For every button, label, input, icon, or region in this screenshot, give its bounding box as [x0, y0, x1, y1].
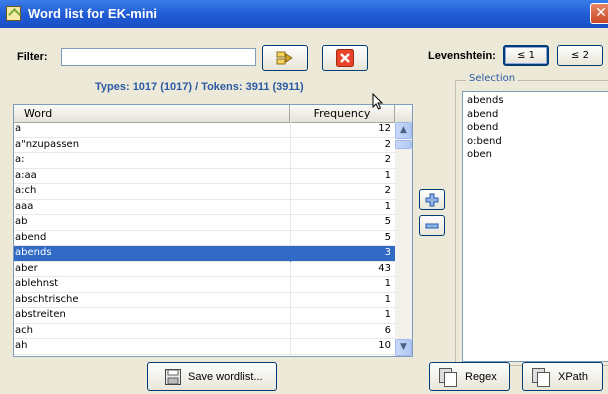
word-cell: ach	[15, 324, 33, 336]
frequency-cell: 1	[384, 169, 391, 181]
table-row[interactable]: a: 2	[14, 153, 395, 169]
table-row[interactable]: a:aa 1	[14, 168, 395, 184]
add-to-selection-button[interactable]	[419, 189, 445, 210]
list-item[interactable]: abends	[467, 94, 608, 108]
frequency-cell: 43	[378, 262, 391, 274]
word-cell: a	[15, 123, 22, 134]
app-icon	[6, 6, 21, 21]
levenshtein-option-1-button[interactable]: ≤ 1	[503, 45, 549, 66]
clear-filter-button[interactable]	[322, 45, 368, 71]
frequency-cell: 1	[384, 309, 391, 320]
word-cell: abstreiten	[15, 309, 66, 320]
frequency-cell: 12	[378, 123, 391, 134]
frequency-cell: 3	[384, 247, 391, 258]
table-row[interactable]: abschtrische 1	[14, 292, 395, 308]
frequency-cell: 10	[378, 340, 391, 351]
clear-x-icon	[336, 49, 354, 67]
table-row[interactable]: abend 5	[14, 230, 395, 246]
table-row[interactable]: a 12	[14, 122, 395, 138]
scroll-down-arrow-icon[interactable]: ▼	[395, 339, 412, 356]
word-cell: abends	[15, 247, 52, 258]
remove-from-selection-button[interactable]	[419, 215, 445, 236]
filter-input[interactable]	[61, 48, 256, 66]
list-item[interactable]: o:bend	[467, 135, 608, 149]
regex-button[interactable]: Regex	[429, 362, 510, 391]
window-title: Word list for EK-mini	[28, 6, 158, 21]
list-item[interactable]: oben	[467, 148, 608, 162]
frequency-cell: 1	[384, 200, 391, 212]
regex-label: Regex	[465, 371, 497, 383]
frequency-cell: 1	[384, 293, 391, 305]
word-cell: abend	[15, 231, 47, 243]
minus-icon	[425, 223, 439, 229]
table-header: Word Frequency	[14, 105, 412, 123]
wordlist-table[interactable]: Word Frequency a 12 a"nzupassen 2 a: 2 a:aa…	[13, 104, 413, 357]
word-cell: aber	[15, 262, 38, 274]
apply-filter-button[interactable]	[262, 45, 308, 71]
word-cell: a:	[15, 154, 25, 165]
table-row[interactable]: abstreiten 1	[14, 308, 395, 324]
table-row[interactable]: ach 6	[14, 323, 395, 339]
frequency-cell: 2	[384, 185, 391, 196]
table-row[interactable]: aber 43	[14, 261, 395, 277]
list-item[interactable]: abend	[467, 108, 608, 122]
frequency-cell: 5	[384, 216, 391, 227]
word-cell: a:ch	[15, 185, 37, 196]
selection-title: Selection	[466, 73, 519, 84]
table-row-selected[interactable]: abends 3	[14, 246, 395, 262]
word-cell: a:aa	[15, 169, 37, 181]
mouse-cursor-icon	[372, 93, 384, 110]
levenshtein-option-1-label: ≤ 1	[517, 50, 535, 61]
filter-label: Filter:	[17, 51, 48, 63]
word-cell: a"nzupassen	[15, 138, 80, 150]
frequency-cell: 2	[384, 154, 391, 165]
frequency-cell: 5	[384, 231, 391, 243]
word-cell: aaa	[15, 200, 34, 212]
plus-icon	[425, 193, 439, 207]
table-rows: a 12 a"nzupassen 2 a: 2 a:aa 1 a:ch 2 aaa 1 ab…	[14, 122, 395, 355]
frequency-cell: 1	[384, 278, 391, 289]
table-row[interactable]: a:ch 2	[14, 184, 395, 200]
save-wordlist-button[interactable]: Save wordlist...	[147, 362, 277, 391]
list-item[interactable]: obend	[467, 121, 608, 135]
filter-arrows-icon	[276, 51, 293, 65]
scroll-up-arrow-icon[interactable]: ▲	[395, 122, 412, 139]
selection-list[interactable]: abends abend obend o:bend oben	[462, 91, 608, 362]
table-row[interactable]: aaa 1	[14, 199, 395, 215]
scrollbar-thumb[interactable]	[395, 140, 412, 149]
table-row[interactable]: ablehnst 1	[14, 277, 395, 293]
word-cell: ab	[15, 216, 28, 227]
xpath-button[interactable]: XPath	[522, 362, 603, 391]
close-window-button[interactable]: ✕	[590, 3, 608, 24]
table-row[interactable]: ah 10	[14, 339, 395, 355]
table-scrollbar[interactable]: ▲ ▼	[395, 122, 412, 356]
xpath-label: XPath	[558, 371, 588, 383]
types-tokens-stats: Types: 1017 (1017) / Tokens: 3911 (3911)	[95, 81, 304, 93]
floppy-disk-icon	[165, 369, 181, 385]
levenshtein-option-2-label: ≤ 2	[571, 50, 589, 61]
save-wordlist-label: Save wordlist...	[188, 371, 263, 383]
word-cell: abschtrische	[15, 293, 79, 305]
word-cell: ah	[15, 340, 28, 351]
frequency-cell: 2	[384, 138, 391, 150]
column-header-word[interactable]: Word	[14, 105, 290, 122]
table-row[interactable]: a"nzupassen 2	[14, 137, 395, 153]
levenshtein-label: Levenshtein:	[428, 50, 496, 62]
levenshtein-option-2-button[interactable]: ≤ 2	[557, 45, 603, 66]
table-row[interactable]: ab 5	[14, 215, 395, 231]
word-cell: ablehnst	[15, 278, 59, 289]
frequency-cell: 6	[384, 324, 391, 336]
title-bar[interactable]: Word list for EK-mini ✕	[0, 0, 608, 28]
